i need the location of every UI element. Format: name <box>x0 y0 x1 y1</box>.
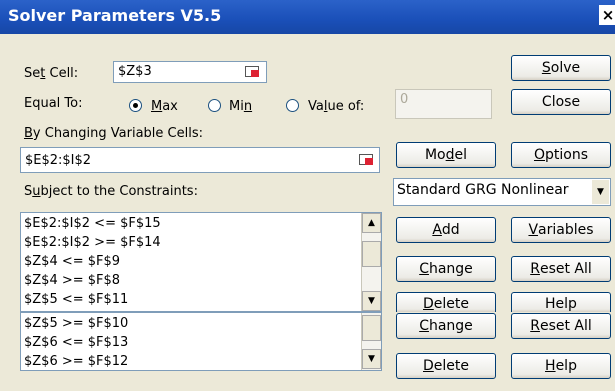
options-button[interactable]: Options <box>511 142 611 168</box>
change-button[interactable]: Change <box>396 256 496 282</box>
scroll-down-icon[interactable]: ▼ <box>362 291 381 311</box>
changing-cells-label: By Changing Variable Cells: <box>24 126 203 141</box>
max-radio[interactable] <box>129 99 142 112</box>
list-item[interactable]: $Z$6 <= $F$13 <box>24 335 128 350</box>
model-button[interactable]: Mo d el <box>396 142 496 168</box>
delete-button-partial[interactable]: Delete <box>396 292 496 312</box>
scrollbar[interactable]: ▲ ▼ <box>361 213 381 311</box>
solve-button[interactable]: Solve <box>511 55 611 81</box>
solving-method-value: Standard GRG Nonlinear <box>397 182 569 198</box>
close-button[interactable]: Close <box>511 89 611 115</box>
variables-button[interactable]: Variables <box>511 217 611 243</box>
list-item[interactable]: $E$2:$I$2 >= $F$14 <box>24 235 161 250</box>
list-item[interactable]: $E$2:$I$2 <= $F$15 <box>24 216 161 231</box>
value-of-label: Value of: <box>308 99 365 114</box>
list-item[interactable]: $Z$4 <= $F$9 <box>24 254 120 269</box>
constraints-label: Subject to the Constraints: <box>24 184 198 199</box>
solver-dialog: Solver Parameters V5.5 × Set Cell: $Z$3 … <box>0 0 615 391</box>
list-item[interactable]: $Z$4 >= $F$8 <box>24 273 120 288</box>
help-button-partial[interactable]: Help <box>511 292 611 312</box>
scrollbar[interactable]: ▼ <box>361 313 381 370</box>
set-cell-ref-icon[interactable] <box>244 65 262 79</box>
set-cell-label: Set Cell: <box>24 66 79 81</box>
equal-to-label: Equal To: <box>24 96 83 111</box>
scroll-thumb[interactable] <box>362 241 381 267</box>
value-of-radio[interactable] <box>286 99 299 112</box>
add-button[interactable]: Add <box>396 217 496 243</box>
changing-cells-input[interactable]: $E$2:$I$2 <box>20 147 380 173</box>
scroll-thumb[interactable] <box>362 315 381 341</box>
delete-button[interactable]: Delete <box>396 353 496 379</box>
list-item[interactable]: $Z$6 >= $F$12 <box>24 354 128 369</box>
max-label: Max <box>151 99 178 114</box>
dropdown-arrow-icon[interactable]: ▼ <box>592 180 609 204</box>
min-label: Min <box>229 99 253 114</box>
change-button[interactable]: Change <box>396 313 496 339</box>
list-item[interactable]: $Z$5 >= $F$10 <box>24 316 128 331</box>
value-of-input[interactable]: 0 <box>395 89 492 119</box>
scroll-down-icon[interactable]: ▼ <box>362 349 381 369</box>
scroll-up-icon[interactable]: ▲ <box>362 213 381 233</box>
solving-method-select[interactable]: Standard GRG Nonlinear ▼ <box>393 178 611 206</box>
constraints-list-lower[interactable]: $Z$5 >= $F$10 $Z$6 <= $F$13 $Z$6 >= $F$1… <box>20 312 382 371</box>
window-title: Solver Parameters V5.5 <box>8 6 222 25</box>
changing-cells-ref-icon[interactable] <box>358 153 376 167</box>
title-bar[interactable]: Solver Parameters V5.5 × <box>0 0 615 34</box>
help-button[interactable]: Help <box>511 353 611 379</box>
reset-all-button[interactable]: Reset All <box>511 256 611 282</box>
constraints-list-upper[interactable]: $E$2:$I$2 <= $F$15 $E$2:$I$2 >= $F$14 $Z… <box>20 212 382 312</box>
min-radio[interactable] <box>208 99 221 112</box>
reset-all-button[interactable]: Reset All <box>511 313 611 339</box>
list-item[interactable]: $Z$5 <= $F$11 <box>24 292 128 307</box>
close-window-icon[interactable]: × <box>599 5 615 25</box>
